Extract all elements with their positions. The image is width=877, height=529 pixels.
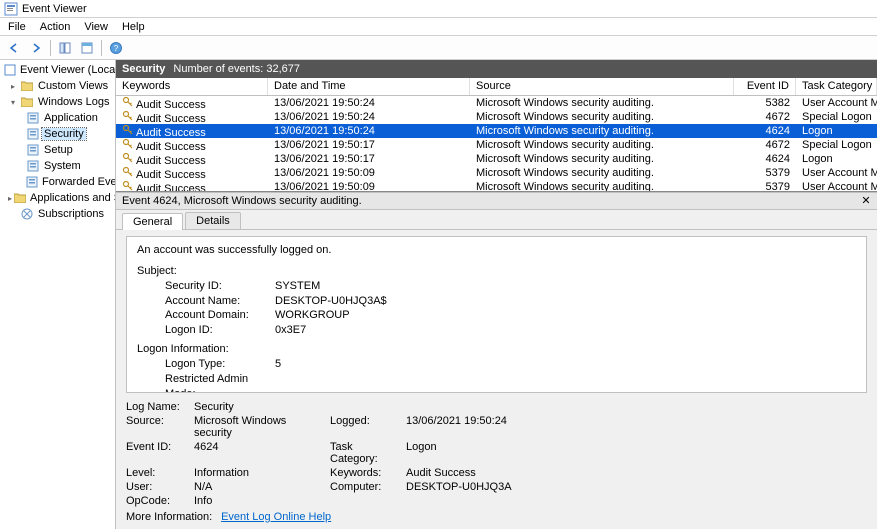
- col-taskcategory[interactable]: Task Category: [796, 78, 877, 95]
- detail-title: Event 4624, Microsoft Windows security a…: [122, 195, 362, 207]
- tree-log-application[interactable]: Application: [0, 110, 115, 126]
- grid-body[interactable]: Audit Success13/06/2021 19:50:24Microsof…: [116, 96, 877, 192]
- key-icon: [122, 152, 134, 164]
- message-summary: An account was successfully logged on.: [137, 243, 856, 258]
- event-row[interactable]: Audit Success13/06/2021 19:50:17Microsof…: [116, 152, 877, 166]
- tab-general[interactable]: General: [122, 213, 183, 230]
- title-bar: Event Viewer: [0, 0, 877, 18]
- main-area: Event Viewer (Local) ▸ Custom Views ▾ Wi…: [0, 60, 877, 529]
- log-icon: [26, 175, 38, 189]
- tree-log-forwarded[interactable]: Forwarded Events: [0, 174, 115, 190]
- chevron-right-icon[interactable]: ▸: [8, 81, 18, 91]
- tree-custom-views[interactable]: ▸ Custom Views: [0, 78, 115, 94]
- folder-icon: [14, 191, 26, 205]
- event-log-online-help-link[interactable]: Event Log Online Help: [221, 511, 331, 523]
- log-icon: [26, 159, 40, 173]
- key-icon: [122, 180, 134, 192]
- back-button[interactable]: [4, 38, 24, 58]
- col-keywords[interactable]: Keywords: [116, 78, 268, 95]
- event-row[interactable]: Audit Success13/06/2021 19:50:24Microsof…: [116, 124, 877, 138]
- close-icon[interactable]: ✕: [859, 194, 873, 208]
- tree-log-security[interactable]: Security: [0, 126, 115, 142]
- event-metadata: Log Name:Security Source:Microsoft Windo…: [126, 401, 867, 507]
- event-row[interactable]: Audit Success13/06/2021 19:50:09Microsof…: [116, 166, 877, 180]
- log-icon: [26, 111, 40, 125]
- app-icon: [4, 2, 18, 16]
- more-info-row: More Information: Event Log Online Help: [126, 511, 867, 523]
- col-datetime[interactable]: Date and Time: [268, 78, 470, 95]
- event-row[interactable]: Audit Success13/06/2021 19:50:24Microsof…: [116, 96, 877, 110]
- key-icon: [122, 166, 134, 178]
- grid-header: Security Number of events: 32,677: [116, 60, 877, 78]
- key-icon: [122, 124, 134, 136]
- menu-action[interactable]: Action: [34, 20, 77, 34]
- toolbar-separator: [101, 40, 102, 56]
- tree-apps-services[interactable]: ▸ Applications and Services Lo: [0, 190, 115, 206]
- menu-help[interactable]: Help: [116, 20, 151, 34]
- key-icon: [122, 96, 134, 108]
- key-icon: [122, 110, 134, 122]
- subject-section: Subject: Security ID:SYSTEM Account Name…: [137, 264, 856, 338]
- toolbar-separator: [50, 40, 51, 56]
- chevron-down-icon[interactable]: ▾: [8, 97, 18, 107]
- event-row[interactable]: Audit Success13/06/2021 19:50:17Microsof…: [116, 138, 877, 152]
- col-source[interactable]: Source: [470, 78, 734, 95]
- detail-header: Event 4624, Microsoft Windows security a…: [116, 192, 877, 210]
- tree-pane[interactable]: Event Viewer (Local) ▸ Custom Views ▾ Wi…: [0, 60, 116, 529]
- grid-column-headers: Keywords Date and Time Source Event ID T…: [116, 78, 877, 96]
- event-row[interactable]: Audit Success13/06/2021 19:50:24Microsof…: [116, 110, 877, 124]
- window-title: Event Viewer: [22, 3, 87, 15]
- grid-header-count: Number of events: 32,677: [173, 63, 300, 75]
- grid-header-title: Security: [122, 63, 165, 75]
- subscriptions-icon: [20, 207, 34, 221]
- tree-root[interactable]: Event Viewer (Local): [0, 62, 115, 78]
- svg-text:?: ?: [114, 44, 119, 53]
- properties-button[interactable]: [77, 38, 97, 58]
- detail-body: An account was successfully logged on. S…: [116, 230, 877, 529]
- tree-log-system[interactable]: System: [0, 158, 115, 174]
- log-icon: [26, 127, 40, 141]
- logoninfo-section: Logon Information: Logon Type:5 Restrict…: [137, 342, 856, 393]
- menu-file[interactable]: File: [2, 20, 32, 34]
- toolbar: ?: [0, 36, 877, 60]
- folder-icon: [20, 95, 34, 109]
- eventviewer-icon: [4, 63, 16, 77]
- forward-button[interactable]: [26, 38, 46, 58]
- folder-icon: [20, 79, 34, 93]
- event-row[interactable]: Audit Success13/06/2021 19:50:09Microsof…: [116, 180, 877, 192]
- tree-windows-logs[interactable]: ▾ Windows Logs: [0, 94, 115, 110]
- tab-details[interactable]: Details: [185, 212, 241, 229]
- tree-subscriptions[interactable]: Subscriptions: [0, 206, 115, 222]
- tree-log-setup[interactable]: Setup: [0, 142, 115, 158]
- col-eventid[interactable]: Event ID: [734, 78, 796, 95]
- tab-row: General Details: [116, 210, 877, 230]
- menu-bar: File Action View Help: [0, 18, 877, 36]
- help-button[interactable]: ?: [106, 38, 126, 58]
- content-pane: Security Number of events: 32,677 Keywor…: [116, 60, 877, 529]
- menu-view[interactable]: View: [78, 20, 114, 34]
- key-icon: [122, 138, 134, 150]
- chevron-right-icon[interactable]: ▸: [8, 193, 12, 203]
- event-message-box[interactable]: An account was successfully logged on. S…: [126, 236, 867, 393]
- show-tree-button[interactable]: [55, 38, 75, 58]
- log-icon: [26, 143, 40, 157]
